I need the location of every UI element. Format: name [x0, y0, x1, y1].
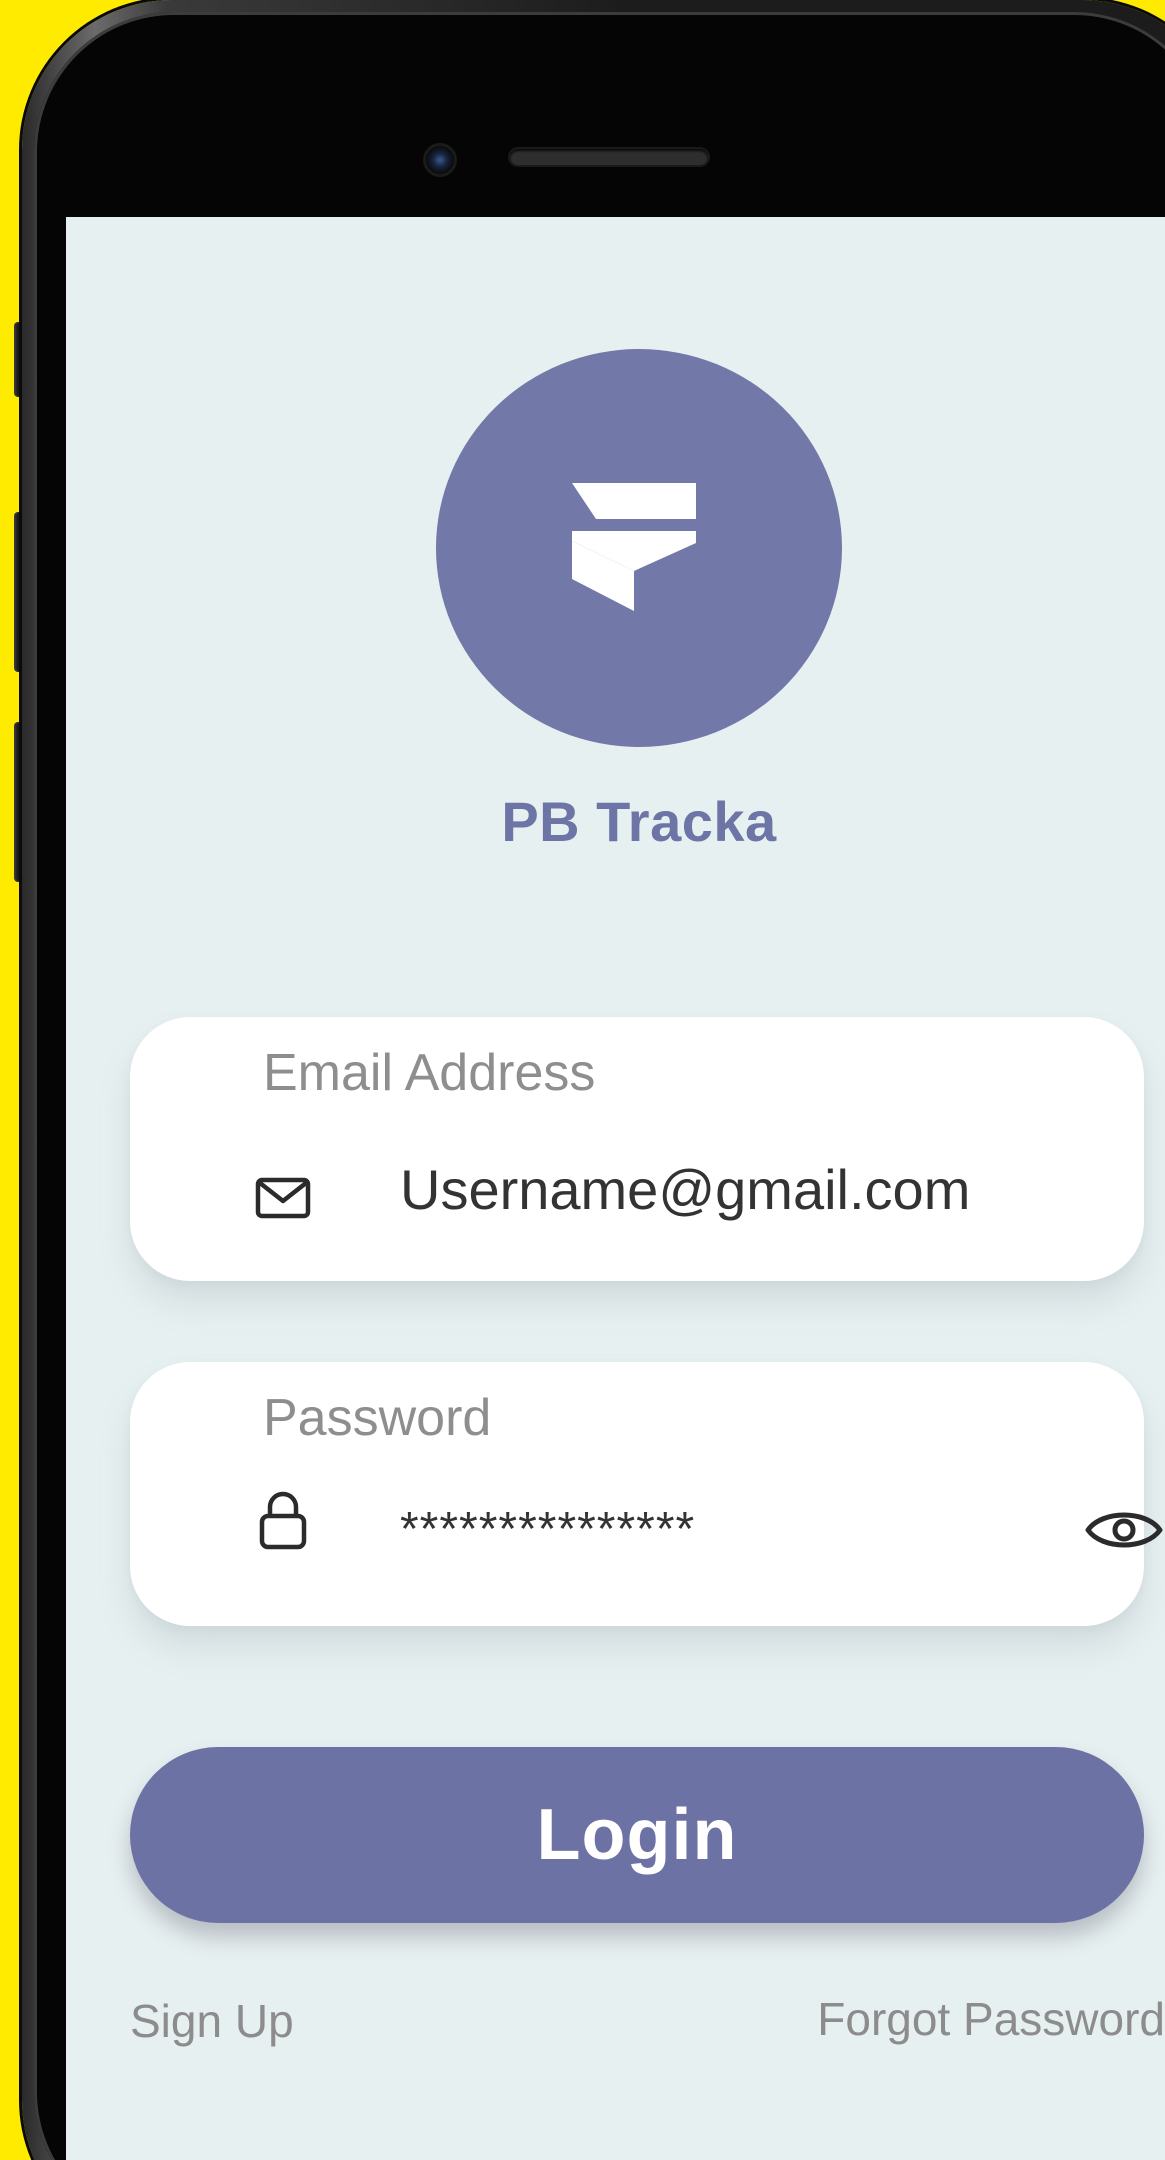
showcase-stage: PB Tracka Email Address Username@gmail.c…: [0, 0, 1165, 2160]
email-field[interactable]: Email Address Username@gmail.com: [130, 1017, 1144, 1281]
eye-icon[interactable]: [1084, 1502, 1164, 1558]
login-button[interactable]: Login: [130, 1747, 1144, 1923]
password-input[interactable]: ***************: [400, 1502, 695, 1557]
email-field-label: Email Address: [263, 1044, 596, 1102]
front-camera-icon: [426, 146, 454, 174]
login-screen: PB Tracka Email Address Username@gmail.c…: [66, 217, 1165, 2160]
password-field-label: Password: [263, 1389, 492, 1447]
lock-icon: [259, 1491, 307, 1550]
mail-icon: [255, 1177, 311, 1219]
flutterflow-logo-icon: [572, 483, 696, 611]
app-name: PB Tracka: [501, 790, 777, 853]
earpiece-speaker: [510, 149, 708, 165]
password-field[interactable]: Password ***************: [130, 1362, 1163, 1626]
forgot-password-link[interactable]: Forgot Password: [89, 1992, 1165, 2046]
email-input[interactable]: Username@gmail.com: [400, 1157, 970, 1222]
